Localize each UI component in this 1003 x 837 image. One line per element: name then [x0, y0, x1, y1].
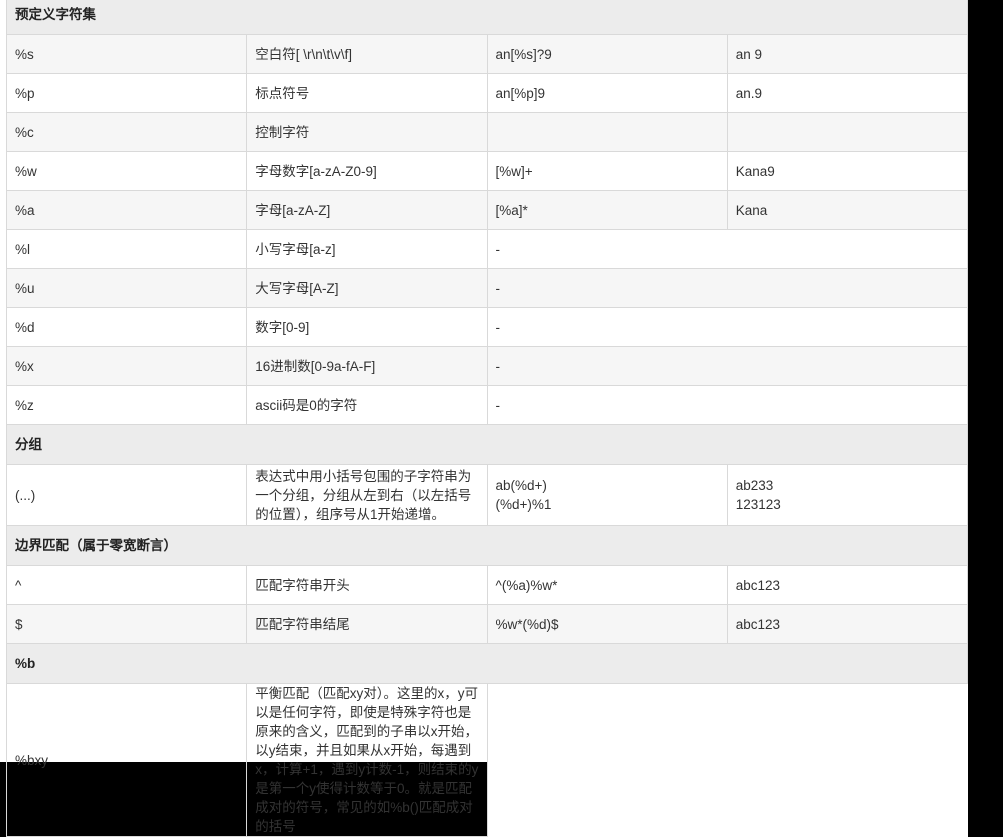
section-header-balanced: %b: [6, 643, 968, 684]
table-row: %u 大写字母[A-Z] -: [5, 268, 968, 308]
example-line: (%d+)%1: [495, 497, 552, 512]
result-cell: ab233 123123: [726, 464, 969, 526]
description-cell: 小写字母[a-z]: [246, 229, 488, 269]
table-row: (...) 表达式中用小括号包围的子字符串为一个分组，分组从左到右（以左括号的位…: [5, 464, 969, 526]
description-cell: 平衡匹配（匹配xy对）。这里的x，y可以是任何字符，即使是特殊字符也是原来的含义…: [246, 683, 488, 837]
example-cell: %w*(%d)$: [486, 604, 728, 644]
result-cell: [726, 112, 969, 152]
section-title: %b: [6, 643, 968, 684]
table-row: %w 字母数字[a-zA-Z0-9] [%w]+ Kana9: [5, 151, 969, 191]
example-cell: -: [486, 385, 968, 425]
section-header-boundary: 边界匹配（属于零宽断言）: [6, 525, 968, 566]
table-row: $ 匹配字符串结尾 %w*(%d)$ abc123: [5, 604, 969, 644]
result-line: ab233: [735, 478, 774, 493]
pattern-cell: %w: [5, 151, 248, 191]
description-cell: 表达式中用小括号包围的子字符串为一个分组，分组从左到右（以左括号的位置），组序号…: [246, 464, 488, 526]
lua-pattern-table: 预定义字符集 %s 空白符[ \r\n\t\v\f] an[%s]?9 an 9…: [5, 0, 969, 837]
empty-cell: [487, 683, 968, 837]
description-cell: 匹配字符串结尾: [246, 604, 488, 644]
pattern-cell: (...): [5, 464, 248, 526]
example-cell: [%w]+: [486, 151, 728, 191]
pattern-cell: %c: [5, 112, 248, 152]
result-cell: abc123: [726, 565, 969, 605]
dark-edge: [968, 0, 1003, 762]
pattern-cell: %d: [5, 307, 248, 347]
description-cell: 大写字母[A-Z]: [246, 268, 488, 308]
example-cell: ^(%a)%w*: [486, 565, 728, 605]
table-row: %a 字母[a-zA-Z] [%a]* Kana: [5, 190, 969, 230]
pattern-cell: $: [5, 604, 248, 644]
description-cell: 字母数字[a-zA-Z0-9]: [246, 151, 488, 191]
example-cell: ab(%d+) (%d+)%1: [486, 464, 728, 526]
result-line: 123123: [735, 497, 781, 512]
example-cell: an[%s]?9: [486, 34, 728, 74]
description-cell: 字母[a-zA-Z]: [246, 190, 488, 230]
table-row: %s 空白符[ \r\n\t\v\f] an[%s]?9 an 9: [5, 34, 969, 74]
pattern-cell: %p: [5, 73, 248, 113]
result-cell: an.9: [726, 73, 969, 113]
table-row: ^ 匹配字符串开头 ^(%a)%w* abc123: [5, 565, 969, 605]
description-cell: 匹配字符串开头: [246, 565, 488, 605]
example-cell: -: [486, 229, 968, 269]
table-row: %bxy 平衡匹配（匹配xy对）。这里的x，y可以是任何字符，即使是特殊字符也是…: [5, 683, 968, 837]
table-row: %x 16进制数[0-9a-fA-F] -: [5, 346, 968, 386]
pattern-cell: ^: [5, 565, 248, 605]
example-cell: an[%p]9: [486, 73, 728, 113]
result-cell: abc123: [726, 604, 969, 644]
example-cell: -: [486, 268, 968, 308]
table-row: %d 数字[0-9] -: [5, 307, 968, 347]
section-header-group: 分组: [6, 424, 968, 465]
table-row: %c 控制字符: [5, 112, 969, 152]
table-row: %l 小写字母[a-z] -: [5, 229, 968, 269]
section-title: 边界匹配（属于零宽断言）: [6, 525, 968, 566]
table-row: %z ascii码是0的字符 -: [5, 385, 968, 425]
description-cell: 16进制数[0-9a-fA-F]: [246, 346, 488, 386]
pattern-cell: %a: [5, 190, 248, 230]
pattern-cell: %l: [5, 229, 248, 269]
description-cell: 标点符号: [246, 73, 488, 113]
result-cell: Kana: [726, 190, 969, 230]
section-header-predefined: 预定义字符集: [6, 0, 968, 35]
section-title: 预定义字符集: [6, 0, 968, 35]
description-cell: 空白符[ \r\n\t\v\f]: [246, 34, 488, 74]
example-cell: -: [486, 346, 968, 386]
description-cell: 数字[0-9]: [246, 307, 488, 347]
table-row: %p 标点符号 an[%p]9 an.9: [5, 73, 969, 113]
pattern-cell: %x: [5, 346, 248, 386]
example-cell: [486, 112, 728, 152]
pattern-cell: %bxy: [5, 683, 248, 837]
pattern-cell: %z: [5, 385, 248, 425]
example-cell: -: [486, 307, 968, 347]
result-cell: an 9: [726, 34, 969, 74]
example-cell: [%a]*: [486, 190, 728, 230]
description-cell: ascii码是0的字符: [246, 385, 488, 425]
description-cell: 控制字符: [246, 112, 488, 152]
example-line: ab(%d+): [495, 478, 547, 493]
section-title: 分组: [6, 424, 968, 465]
result-cell: Kana9: [726, 151, 969, 191]
page: 预定义字符集 %s 空白符[ \r\n\t\v\f] an[%s]?9 an 9…: [0, 0, 969, 837]
pattern-cell: %s: [5, 34, 248, 74]
pattern-cell: %u: [5, 268, 248, 308]
